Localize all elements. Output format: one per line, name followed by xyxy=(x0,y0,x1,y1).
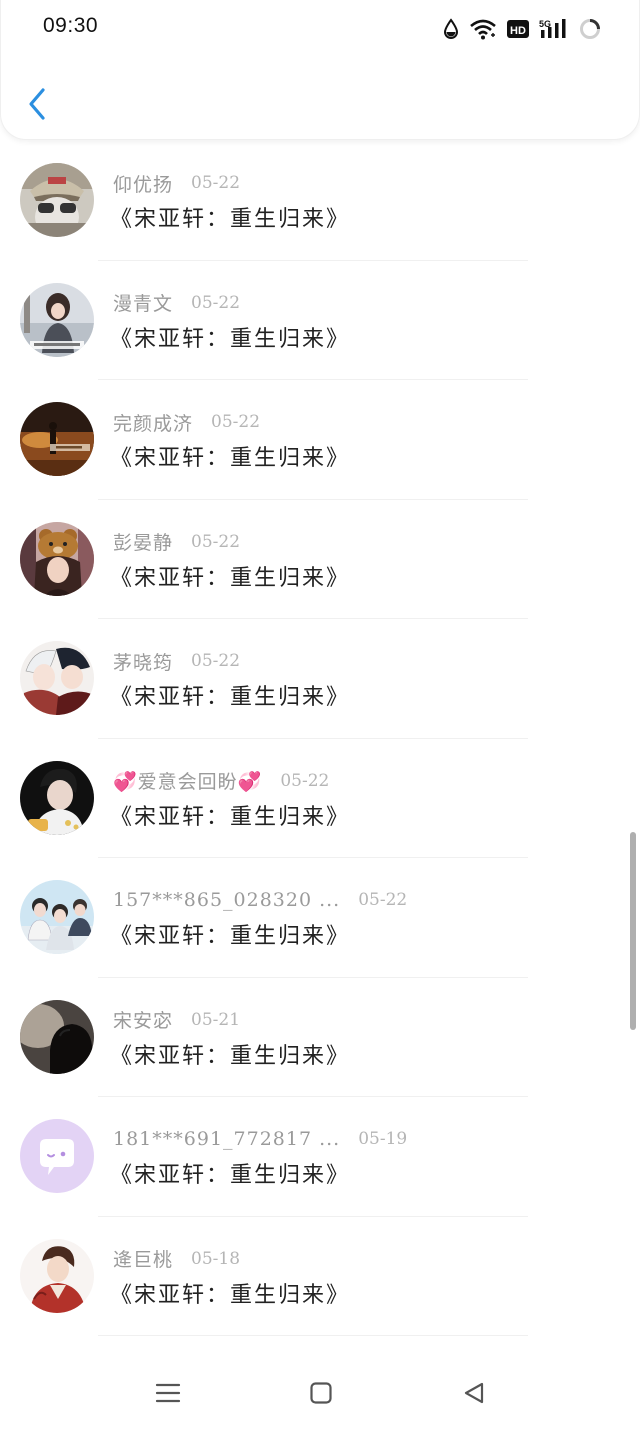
user-name[interactable]: 宋安宓 xyxy=(113,1006,173,1033)
list-item[interactable]: 仰优扬 05-22 《宋亚轩：重生归来》 xyxy=(0,141,640,261)
home-square-icon xyxy=(310,1382,332,1404)
avatar[interactable] xyxy=(20,402,94,476)
avatar[interactable] xyxy=(20,282,94,357)
avatar[interactable] xyxy=(20,163,94,237)
avatar[interactable] xyxy=(20,999,94,1074)
item-date: 05-22 xyxy=(358,890,408,910)
avatar[interactable] xyxy=(20,880,94,954)
book-title[interactable]: 《宋亚轩：重生归来》 xyxy=(110,201,350,233)
item-meta: 逄巨桃 05-18 xyxy=(113,1245,240,1273)
wifi-icon xyxy=(469,18,497,40)
list-item[interactable]: 漫青文 05-22 《宋亚轩：重生归来》 xyxy=(0,261,640,380)
status-icons: HD 5G xyxy=(443,16,601,42)
item-date: 05-22 xyxy=(280,770,330,791)
status-time: 09:30 xyxy=(43,14,99,37)
avatar[interactable] xyxy=(20,521,94,596)
item-meta: 彭晏静 05-22 xyxy=(113,528,240,556)
avatar[interactable] xyxy=(20,1119,94,1193)
recent-apps-button[interactable] xyxy=(146,1376,190,1410)
user-name[interactable]: 181***691_772817 ... xyxy=(113,1128,340,1150)
back-button[interactable] xyxy=(19,84,55,124)
item-meta: 完颜成济 05-22 xyxy=(113,408,260,436)
user-name[interactable]: 完颜成济 xyxy=(113,409,193,436)
book-title[interactable]: 《宋亚轩：重生归来》 xyxy=(110,679,350,711)
back-nav-button[interactable] xyxy=(452,1376,496,1410)
divider xyxy=(98,1335,528,1336)
item-meta: 漫青文 05-22 xyxy=(113,289,240,317)
status-bar: 09:30 HD 5G xyxy=(1,0,640,58)
list-item[interactable]: 💞爱意会回盼💞 05-22 《宋亚轩：重生归来》 xyxy=(0,739,640,858)
item-meta: 💞爱意会回盼💞 05-22 xyxy=(113,767,329,795)
item-date: 05-22 xyxy=(191,173,241,193)
navigation-bar xyxy=(0,1350,640,1433)
list-item[interactable]: 逄巨桃 05-18 《宋亚轩：重生归来》 xyxy=(0,1217,640,1336)
book-title[interactable]: 《宋亚轩：重生归来》 xyxy=(110,799,350,831)
book-title[interactable]: 《宋亚轩：重生归来》 xyxy=(110,1157,350,1189)
loading-ring-icon xyxy=(579,18,601,40)
book-title[interactable]: 《宋亚轩：重生归来》 xyxy=(110,560,350,592)
avatar[interactable] xyxy=(20,760,94,835)
hd-icon: HD xyxy=(507,19,529,39)
book-title[interactable]: 《宋亚轩：重生归来》 xyxy=(110,321,350,353)
list-item[interactable]: 157***865_028320 ... 05-22 《宋亚轩：重生归来》 xyxy=(0,858,640,978)
user-name[interactable]: 漫青文 xyxy=(113,289,173,316)
item-date: 05-22 xyxy=(211,412,261,432)
item-date: 05-18 xyxy=(191,1248,241,1269)
item-meta: 茅晓筠 05-22 xyxy=(113,647,240,675)
item-date: 05-22 xyxy=(191,531,241,552)
chevron-left-icon xyxy=(29,88,45,120)
list-item[interactable]: 181***691_772817 ... 05-19 《宋亚轩：重生归来》 xyxy=(0,1097,640,1217)
item-meta: 181***691_772817 ... 05-19 xyxy=(113,1125,407,1153)
menu-lines-icon xyxy=(155,1383,181,1403)
avatar[interactable] xyxy=(20,1238,94,1313)
item-meta: 157***865_028320 ... 05-22 xyxy=(113,886,407,914)
5g-signal-icon: 5G xyxy=(539,18,569,40)
user-name[interactable]: 逄巨桃 xyxy=(113,1245,173,1272)
item-meta: 仰优扬 05-22 xyxy=(113,169,240,197)
user-name[interactable]: 💞爱意会回盼💞 xyxy=(113,767,262,794)
scrollbar[interactable] xyxy=(630,832,636,1030)
top-app-bar: 09:30 HD 5G xyxy=(0,0,640,140)
item-date: 05-19 xyxy=(358,1129,408,1149)
svg-text:HD: HD xyxy=(510,25,526,37)
book-title[interactable]: 《宋亚轩：重生归来》 xyxy=(110,1038,350,1070)
item-date: 05-21 xyxy=(191,1009,241,1030)
book-title[interactable]: 《宋亚轩：重生归来》 xyxy=(110,918,350,950)
user-name[interactable]: 彭晏静 xyxy=(113,528,173,555)
list-item[interactable]: 茅晓筠 05-22 《宋亚轩：重生归来》 xyxy=(0,619,640,739)
item-meta: 宋安宓 05-21 xyxy=(113,1006,240,1034)
avatar[interactable] xyxy=(20,641,94,715)
list-item[interactable]: 完颜成济 05-22 《宋亚轩：重生归来》 xyxy=(0,380,640,500)
list-item[interactable]: 宋安宓 05-21 《宋亚轩：重生归来》 xyxy=(0,978,640,1097)
user-name[interactable]: 茅晓筠 xyxy=(113,648,173,675)
user-name[interactable]: 157***865_028320 ... xyxy=(113,889,340,911)
home-button[interactable] xyxy=(299,1376,343,1410)
item-date: 05-22 xyxy=(191,292,241,313)
book-title[interactable]: 《宋亚轩：重生归来》 xyxy=(110,440,350,472)
comment-list: 仰优扬 05-22 《宋亚轩：重生归来》 漫青文 05-22 《宋亚轩：重生归来… xyxy=(0,141,640,1336)
list-item[interactable]: 彭晏静 05-22 《宋亚轩：重生归来》 xyxy=(0,500,640,619)
book-title[interactable]: 《宋亚轩：重生归来》 xyxy=(110,1277,350,1309)
water-drop-icon xyxy=(443,18,459,40)
back-triangle-icon xyxy=(464,1382,484,1404)
item-date: 05-22 xyxy=(191,651,241,671)
user-name[interactable]: 仰优扬 xyxy=(113,170,173,197)
